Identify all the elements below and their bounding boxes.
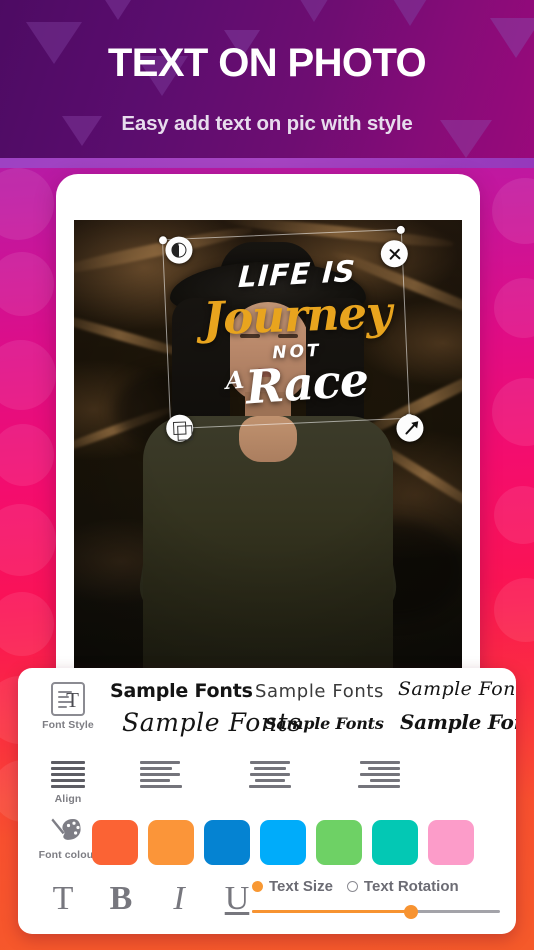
font-colour-row: Font colour: [18, 810, 516, 878]
promo-header: TEXT ON PHOTO Easy add text on pic with …: [0, 0, 534, 158]
radio-selected-icon: [252, 881, 263, 892]
colour-swatch[interactable]: [260, 820, 306, 865]
colour-swatch-list: [92, 820, 474, 865]
duplicate-icon[interactable]: [165, 414, 194, 443]
page-subtitle: Easy add text on pic with style: [121, 112, 413, 135]
text-editor-toolbar: T Font Style Sample Fonts Sample Fonts S…: [18, 668, 516, 934]
decorative-triangle: [390, 0, 430, 26]
font-style-icon: T: [51, 682, 85, 716]
align-center-button[interactable]: [234, 760, 306, 790]
font-sample-3[interactable]: Sample Fonts: [398, 678, 516, 700]
align-label: Align: [54, 793, 82, 805]
opacity-handle-icon[interactable]: [164, 236, 194, 265]
colour-swatch[interactable]: [316, 820, 362, 865]
text-rotation-label: Text Rotation: [363, 878, 459, 895]
font-sample-1[interactable]: Sample Fonts: [110, 680, 253, 702]
text-style-row: T B I U Text Size Text Rotation: [18, 876, 516, 934]
radio-unselected-icon: [346, 881, 358, 892]
colour-swatch[interactable]: [148, 820, 194, 865]
font-style-label: Font Style: [42, 719, 94, 731]
align-justify-icon: [46, 760, 90, 790]
slider-knob[interactable]: [403, 904, 418, 919]
font-sample-5[interactable]: Sample Fonts: [265, 714, 384, 733]
colour-swatch[interactable]: [204, 820, 250, 865]
value-slider[interactable]: [252, 904, 500, 919]
align-right-icon: [358, 760, 402, 790]
slider-fill: [252, 910, 411, 913]
slider-controls: Text Size Text Rotation: [252, 878, 502, 919]
align-right-button[interactable]: [344, 760, 416, 790]
font-sample-grid: Sample Fonts Sample Fonts Sample Fonts S…: [110, 674, 516, 756]
page-title: TEXT ON PHOTO: [107, 41, 427, 85]
colour-swatch[interactable]: [428, 820, 474, 865]
font-style-row: T Font Style Sample Fonts Sample Fonts S…: [18, 668, 516, 758]
palette-icon: [51, 816, 85, 846]
header-divider-band: [0, 158, 534, 168]
promo-screenshot: TEXT ON PHOTO Easy add text on pic with …: [0, 0, 534, 950]
slider-mode-radios: Text Size Text Rotation: [252, 878, 502, 895]
text-selection-box[interactable]: [158, 225, 425, 443]
colour-swatch[interactable]: [92, 820, 138, 865]
text-style-buttons: T B I U: [34, 876, 266, 922]
text-rotation-radio[interactable]: Text Rotation: [346, 878, 459, 895]
decorative-triangle: [298, 0, 330, 22]
text-style-italic-button[interactable]: I: [150, 876, 208, 922]
align-left-icon: [138, 760, 182, 790]
colour-swatch[interactable]: [372, 820, 418, 865]
align-center-icon: [248, 760, 292, 790]
photo-canvas[interactable]: LIFE IS Journey NOT ARace: [74, 220, 462, 694]
font-sample-2[interactable]: Sample Fonts: [255, 681, 384, 702]
decorative-triangle: [96, 0, 140, 20]
align-row: Align: [18, 756, 516, 814]
font-sample-6[interactable]: Sample Fonts: [400, 710, 516, 734]
font-style-button[interactable]: T Font Style: [32, 682, 104, 731]
align-left-button[interactable]: [124, 760, 196, 790]
text-style-bold-button[interactable]: B: [92, 876, 150, 922]
phone-mockup: LIFE IS Journey NOT ARace: [56, 174, 480, 694]
text-size-label: Text Size: [269, 878, 333, 895]
align-justify-button[interactable]: Align: [32, 760, 104, 805]
text-style-normal-button[interactable]: T: [34, 876, 92, 922]
text-size-radio[interactable]: Text Size: [252, 878, 333, 895]
